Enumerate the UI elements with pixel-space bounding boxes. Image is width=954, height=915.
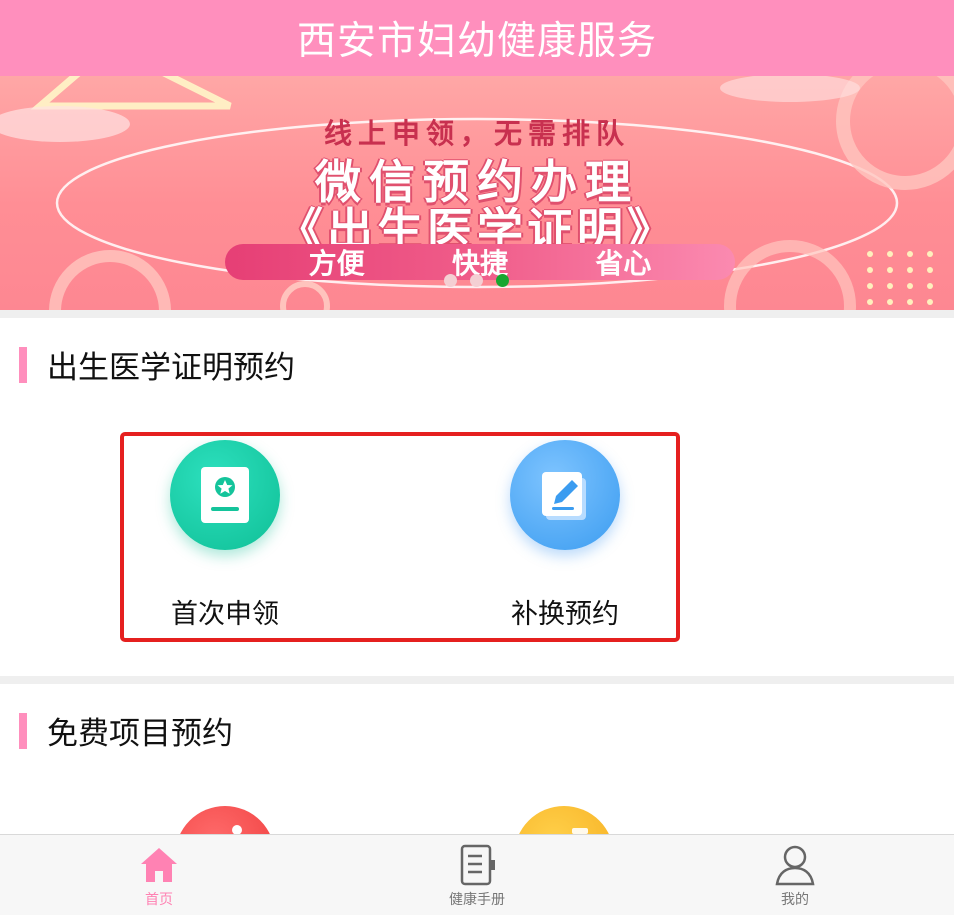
first-application-icon-circle [170,440,280,550]
tab-home[interactable]: 首页 [99,835,219,915]
section-divider [0,310,954,318]
carousel-dot[interactable] [444,274,457,287]
carousel-dot-active[interactable] [496,274,509,287]
section-header: 免费项目预约 [19,708,233,753]
benefit-tag: 方便 [308,247,365,280]
replacement-icon-circle [510,440,620,550]
tab-label: 我的 [781,892,809,908]
page-title: 西安市妇幼健康服务 [296,19,657,64]
certificate-star-icon [201,467,249,523]
tile-label: 补换预约 [511,599,619,630]
section-title: 出生医学证明预约 [47,350,295,386]
section-accent-bar [19,346,27,383]
promo-banner[interactable]: 线上申领，无需排队 微信预约办理 《出生医学证明》 方便 快捷 省心 [0,76,954,310]
user-icon [775,845,815,886]
carousel-dot[interactable] [470,274,483,287]
bottom-tab-bar: 首页 健康手册 我的 [0,834,954,915]
section-header: 出生医学证明预约 [19,342,295,387]
section-title: 免费项目预约 [47,716,233,752]
tab-health-handbook[interactable]: 健康手册 [417,835,537,915]
tab-label: 首页 [145,892,173,908]
section-accent-bar [19,712,27,749]
first-application-button[interactable]: 首次申领 [165,440,285,631]
tab-mine[interactable]: 我的 [735,835,855,915]
notebook-icon [460,844,495,886]
tab-label: 健康手册 [449,892,505,908]
replacement-appointment-button[interactable]: 补换预约 [505,440,625,631]
home-icon [141,848,177,882]
app-header: 西安市妇幼健康服务 [0,0,954,76]
tile-label: 首次申领 [171,599,279,630]
section-divider [0,676,954,684]
carousel-indicator [444,274,509,287]
benefit-tag: 省心 [595,247,652,280]
edit-note-icon [542,472,586,520]
